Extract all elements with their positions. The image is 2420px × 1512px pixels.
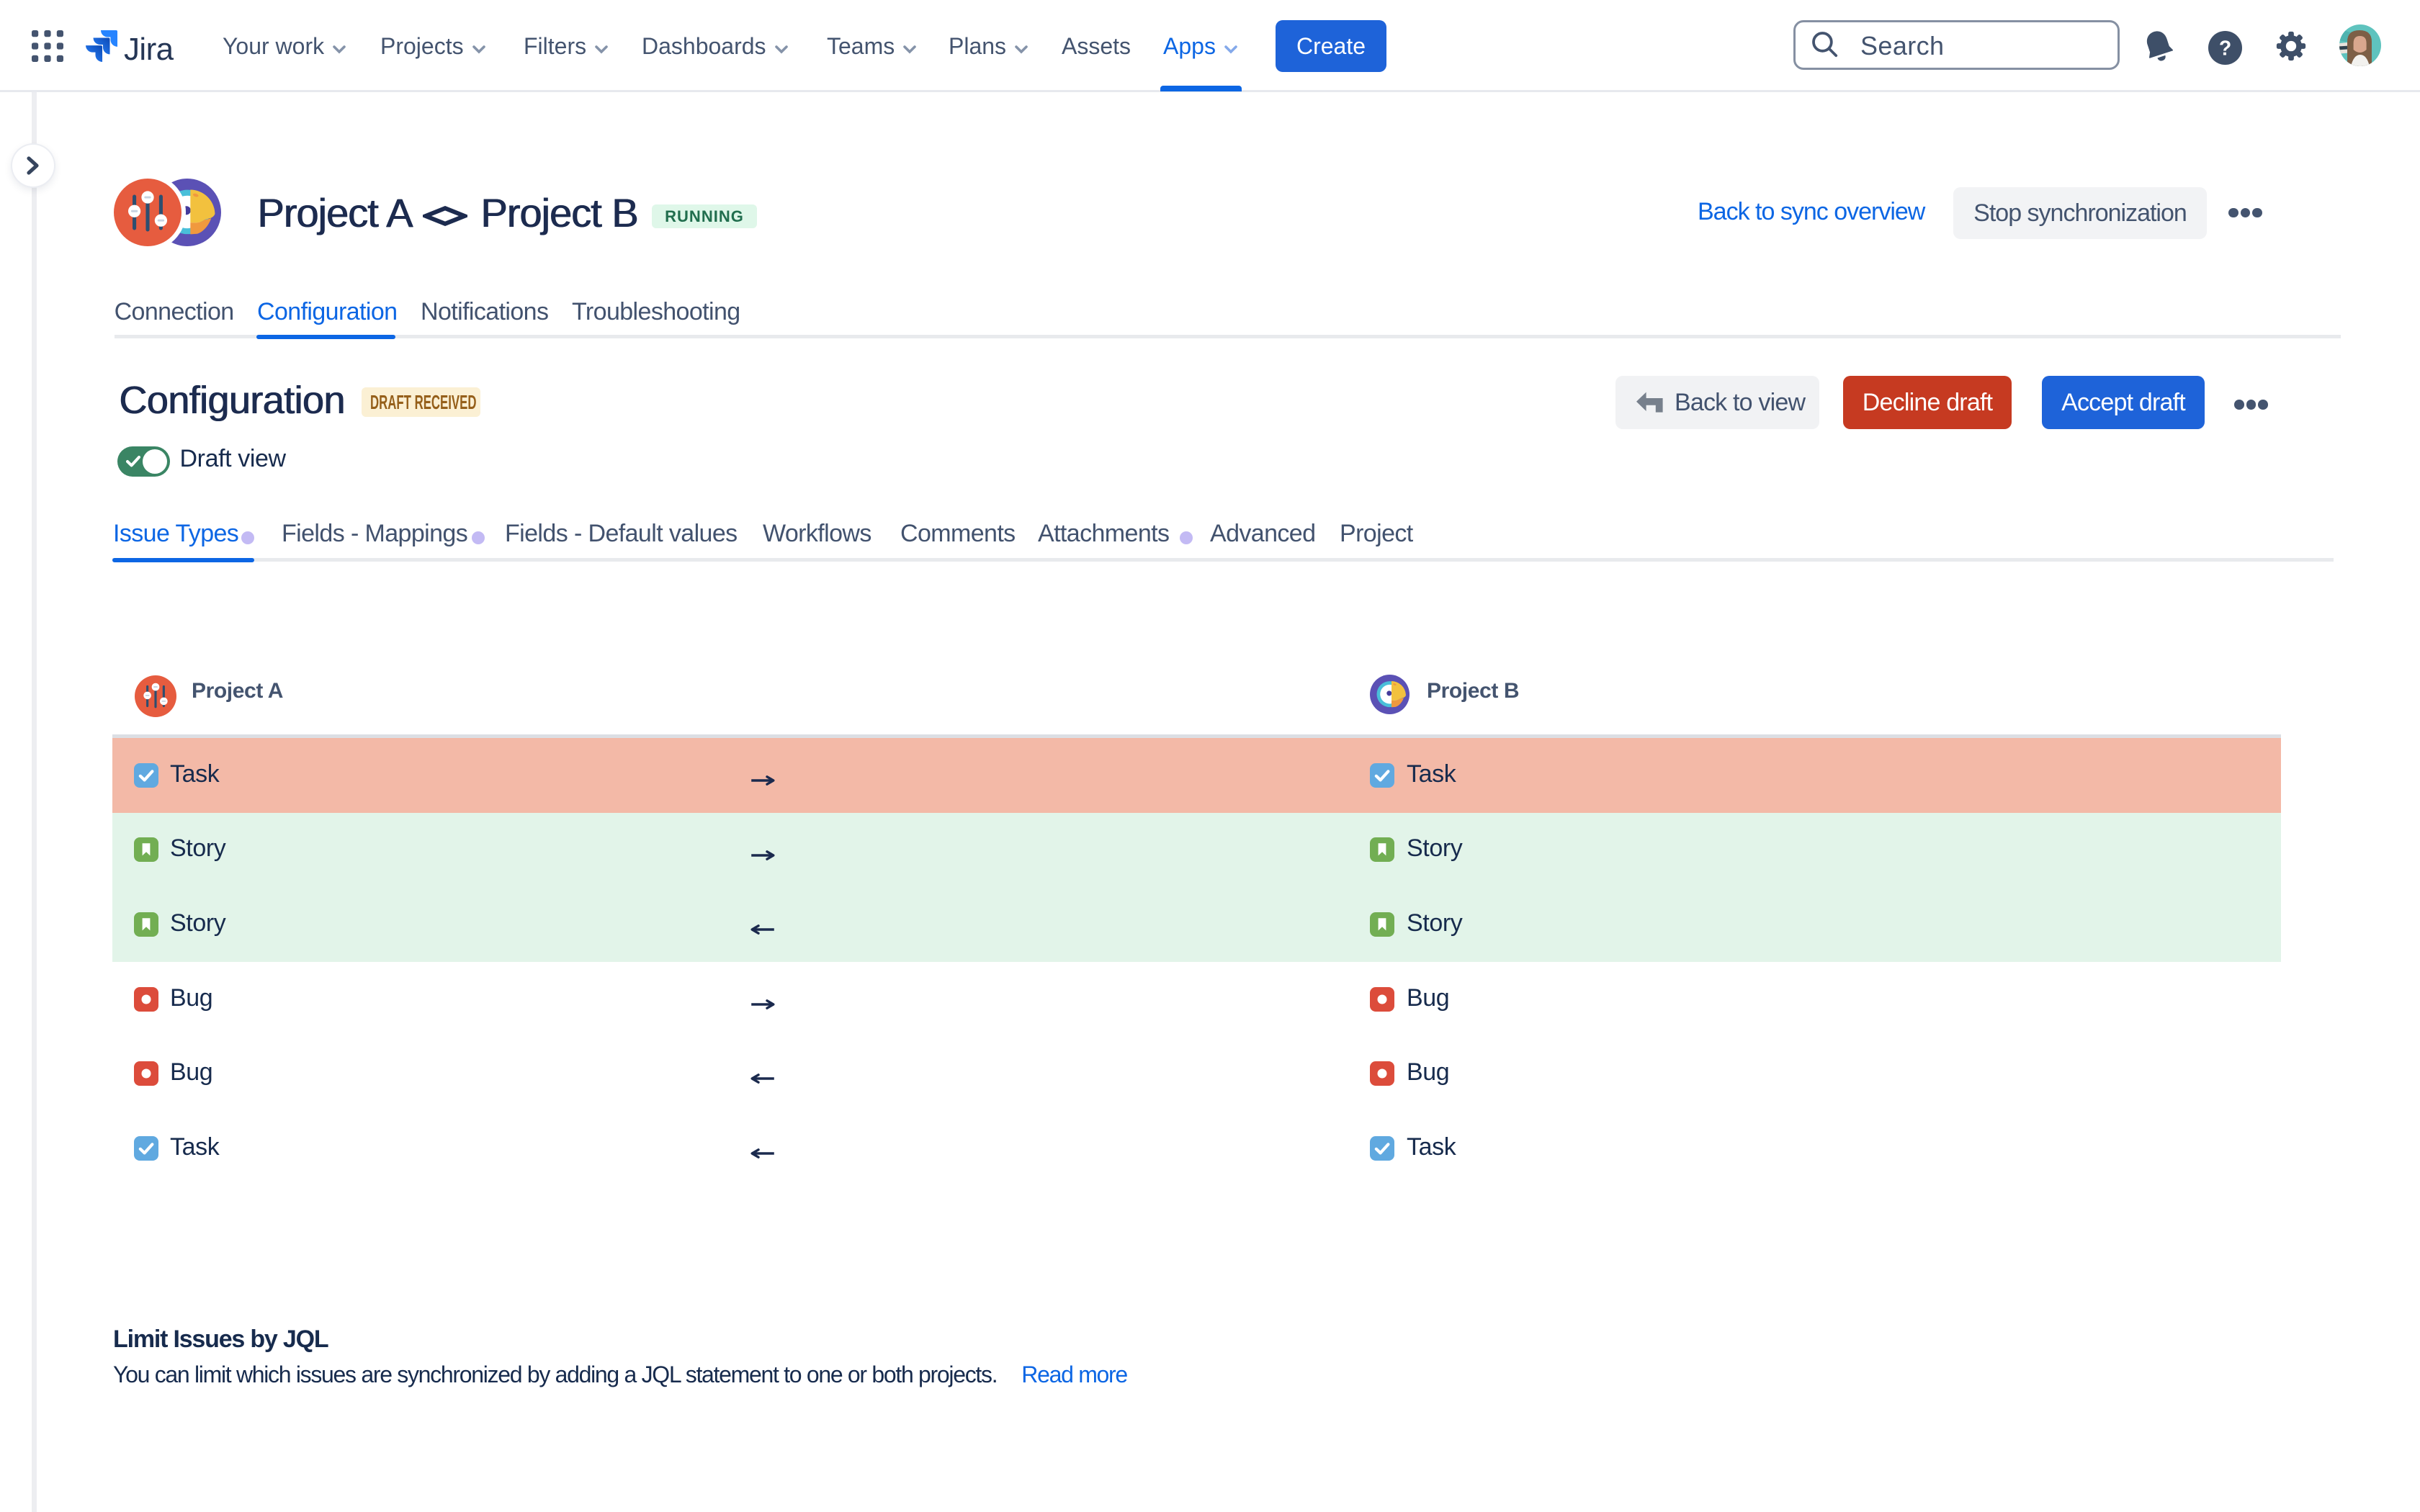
svg-text:?: ?: [2219, 37, 2231, 60]
